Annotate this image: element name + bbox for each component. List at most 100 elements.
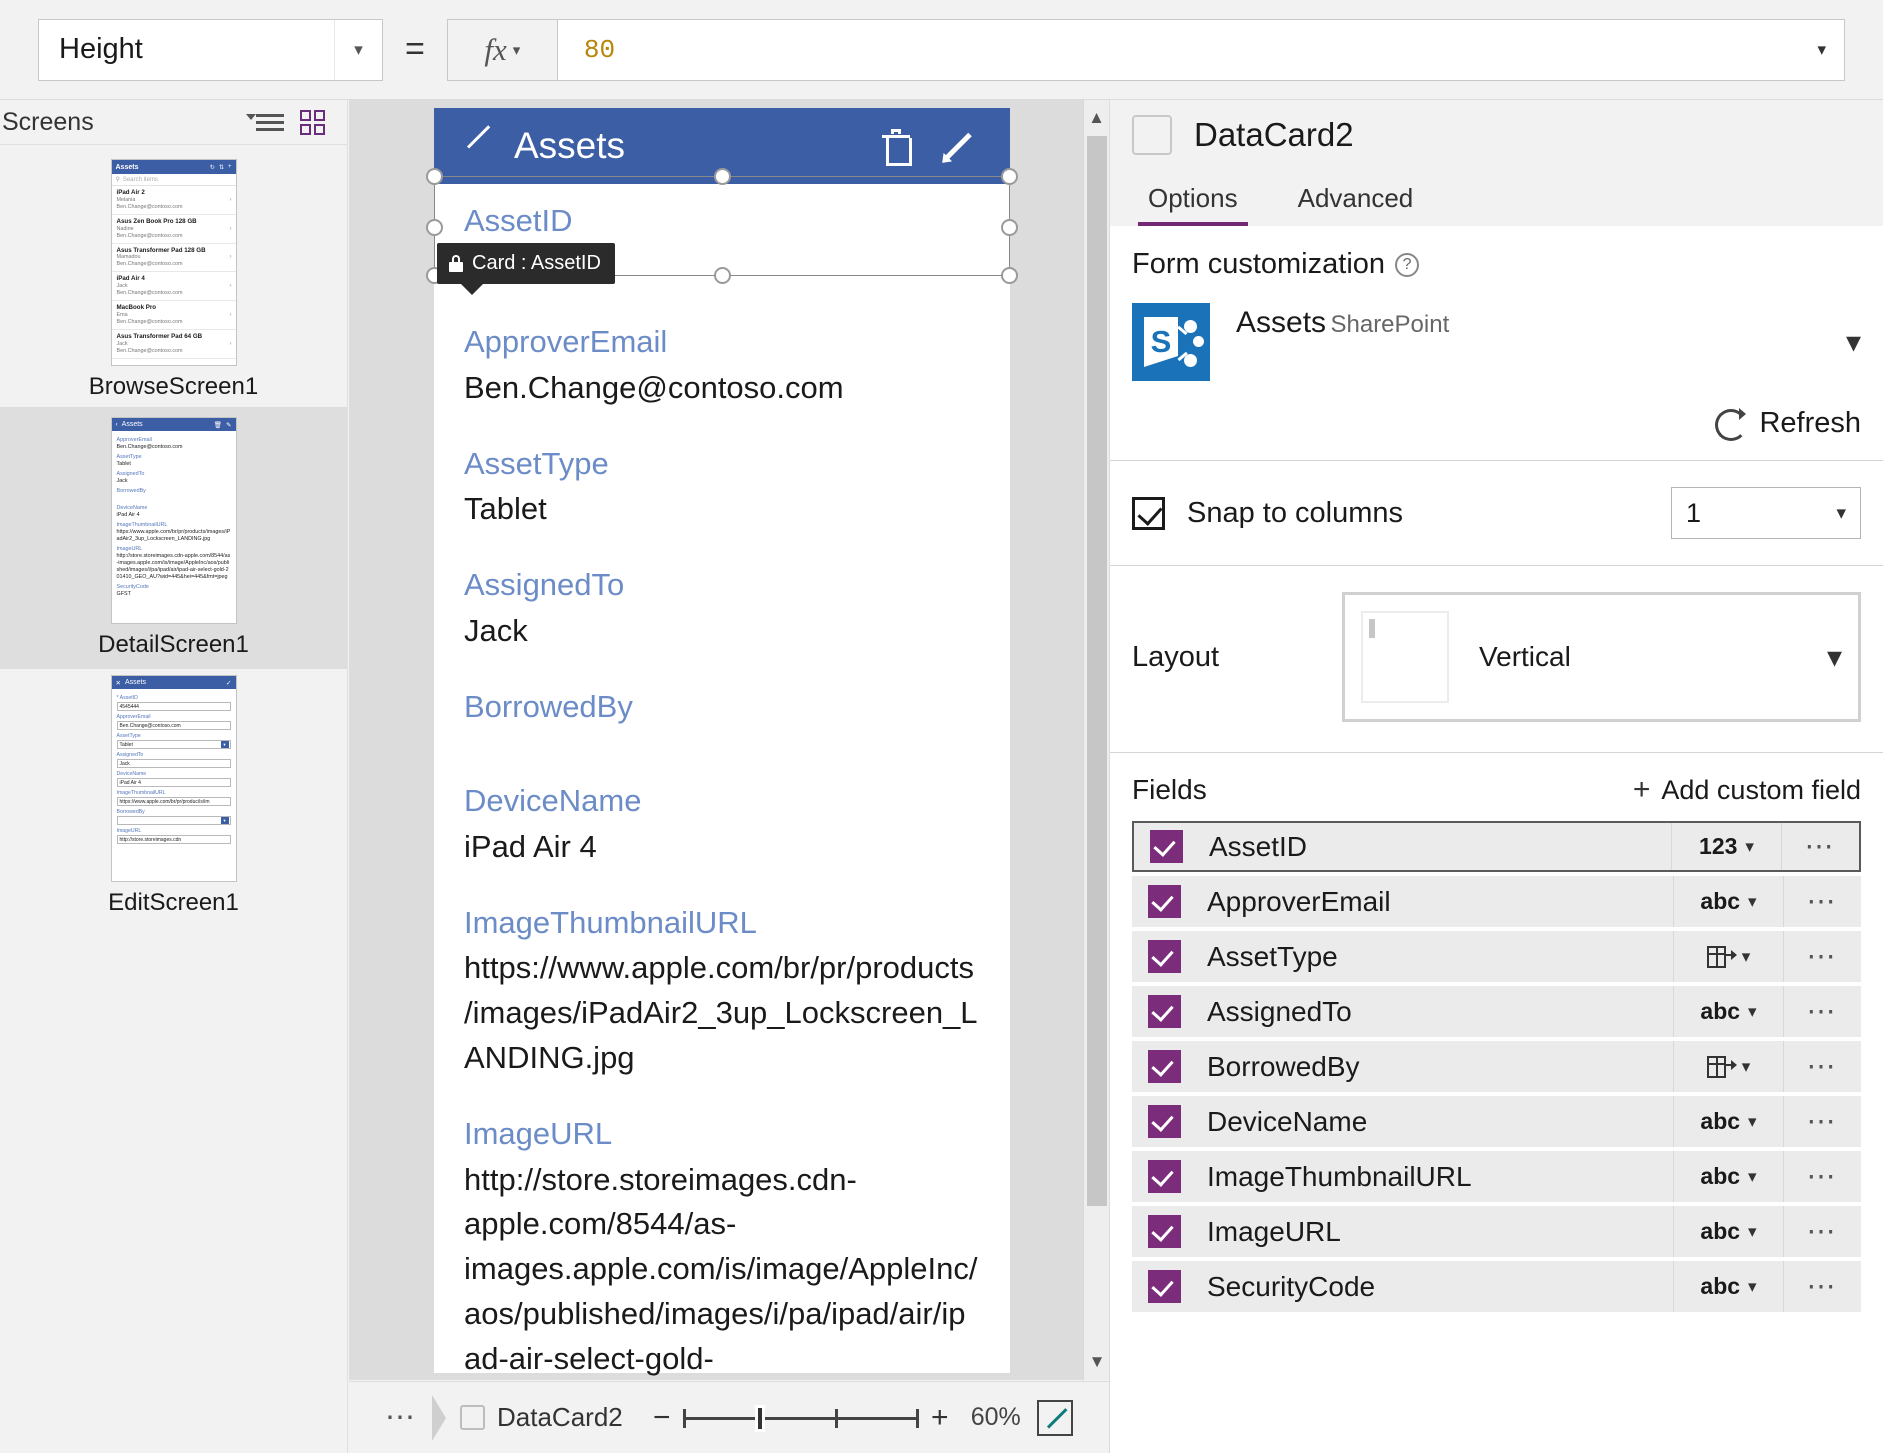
field-checkbox[interactable] bbox=[1148, 1270, 1181, 1303]
field-row-assetid[interactable]: AssetID 123 ▾ ⋯ bbox=[1132, 821, 1861, 872]
datasource-row[interactable]: S Assets SharePoint ▾ bbox=[1132, 291, 1861, 403]
scrollbar-thumb[interactable] bbox=[1087, 136, 1107, 1206]
field-type-select[interactable]: abc ▾ bbox=[1673, 876, 1783, 927]
zoom-slider-knob[interactable] bbox=[754, 1404, 765, 1432]
field-checkbox[interactable] bbox=[1150, 830, 1183, 863]
edit-button[interactable] bbox=[926, 129, 986, 163]
zoom-in-button[interactable]: + bbox=[923, 1401, 957, 1435]
edit-icon: ✎ bbox=[226, 421, 232, 429]
breadcrumb-control-name[interactable]: DataCard2 bbox=[497, 1402, 623, 1433]
breadcrumb-overflow-button[interactable]: ⋯ bbox=[385, 1400, 418, 1435]
field-checkbox[interactable] bbox=[1148, 1105, 1181, 1138]
canvas-scrollbar[interactable]: ▲ ▼ bbox=[1083, 100, 1109, 1380]
mini-item-name: iPad Air 2 bbox=[116, 189, 145, 196]
field-row-imageurl[interactable]: ImageURL abc ▾ ⋯ bbox=[1132, 1206, 1861, 1257]
field-row-imagethumbnailurl[interactable]: ImageThumbnailURL abc ▾ ⋯ bbox=[1132, 1151, 1861, 1202]
zoom-control: − + 60% bbox=[645, 1399, 1073, 1436]
chevron-down-icon[interactable]: ▾ bbox=[1817, 40, 1826, 60]
field-type-select[interactable]: abc ▾ bbox=[1673, 1261, 1783, 1312]
lock-icon bbox=[449, 255, 463, 272]
field-type-select[interactable]: 123 ▾ bbox=[1671, 823, 1781, 870]
mini-field-value: iPad Air 4 bbox=[116, 512, 140, 519]
form-field-imagethumbnailurl[interactable]: ImageThumbnailURL https://www.apple.com/… bbox=[434, 886, 1010, 1097]
mini-item-owner: Jack bbox=[116, 340, 128, 347]
chevron-down-icon[interactable]: ▾ bbox=[1846, 325, 1861, 360]
form-field-approveremail[interactable]: ApproverEmail Ben.Change@contoso.com bbox=[434, 305, 1010, 426]
field-type-select[interactable]: abc ▾ bbox=[1673, 1206, 1783, 1257]
scroll-up-icon[interactable]: ▲ bbox=[1084, 100, 1109, 136]
screen-thumb-detailscreen1[interactable]: ‹ Assets 🗑 ✎ ApproverEmail Ben.Change@co… bbox=[0, 407, 347, 669]
field-type-select[interactable]: abc ▾ bbox=[1673, 1096, 1783, 1147]
field-checkbox[interactable] bbox=[1148, 995, 1181, 1028]
app-canvas[interactable]: Assets AssetID 4545444 ApproverEmail Ben… bbox=[349, 100, 1109, 1421]
form-field-borrowedby[interactable]: BorrowedBy bbox=[434, 670, 1010, 765]
field-label: ApproverEmail bbox=[464, 324, 668, 360]
delete-button[interactable] bbox=[866, 129, 926, 166]
field-type-select[interactable]: ▾ bbox=[1673, 1041, 1783, 1092]
zoom-slider[interactable] bbox=[682, 1403, 919, 1433]
zoom-out-button[interactable]: − bbox=[645, 1401, 679, 1435]
thumbnail-view-button[interactable] bbox=[291, 103, 333, 141]
chevron-down-icon: ▾ bbox=[220, 741, 229, 748]
field-row-assettype[interactable]: AssetType ▾ ⋯ bbox=[1132, 931, 1861, 982]
mini-detail-title: Assets bbox=[121, 421, 143, 428]
field-row-assignedto[interactable]: AssignedTo abc ▾ ⋯ bbox=[1132, 986, 1861, 1037]
add-custom-field-button[interactable]: + Add custom field bbox=[1633, 773, 1861, 807]
field-more-button[interactable]: ⋯ bbox=[1783, 1261, 1861, 1312]
form-field-assettype[interactable]: AssetType Tablet bbox=[434, 427, 1010, 548]
scroll-down-icon[interactable]: ▼ bbox=[1084, 1344, 1110, 1380]
screen-thumb-editscreen1[interactable]: ✕ Assets ✓ * AssetID 4545444 ApproverEma… bbox=[0, 669, 347, 923]
columns-select[interactable]: 1 ▾ bbox=[1671, 487, 1861, 539]
chevron-down-icon: ▾ bbox=[1748, 891, 1757, 911]
field-checkbox[interactable] bbox=[1148, 885, 1181, 918]
formula-value: 80 bbox=[583, 34, 616, 65]
tab-advanced[interactable]: Advanced bbox=[1282, 170, 1430, 226]
form-field-assignedto[interactable]: AssignedTo Jack bbox=[434, 548, 1010, 669]
fx-button[interactable]: fx ▾ bbox=[446, 18, 557, 81]
field-type-select[interactable]: abc ▾ bbox=[1673, 1151, 1783, 1202]
field-type-select[interactable]: abc ▾ bbox=[1673, 986, 1783, 1037]
table-type-icon bbox=[1706, 1055, 1737, 1078]
mini-item-name: Asus Transformer Pad 64 GB bbox=[116, 332, 203, 340]
formula-input[interactable]: 80 ▾ bbox=[556, 18, 1845, 81]
app-title: Assets bbox=[514, 125, 626, 166]
mini-field-label: BorrowedBy bbox=[116, 488, 146, 495]
snap-to-columns-checkbox[interactable] bbox=[1132, 496, 1165, 530]
fit-to-screen-button[interactable] bbox=[1036, 1399, 1073, 1436]
field-checkbox[interactable] bbox=[1148, 940, 1181, 973]
formula-bar: Height ▾ = fx ▾ 80 ▾ bbox=[0, 0, 1883, 100]
mini-field-value: Tablet bbox=[116, 461, 131, 468]
sort-icon: ⇅ bbox=[218, 164, 224, 171]
field-type-value: abc bbox=[1700, 888, 1741, 914]
field-more-button[interactable]: ⋯ bbox=[1783, 986, 1861, 1037]
snap-to-columns-row: Snap to columns 1 ▾ bbox=[1110, 461, 1883, 565]
field-row-approveremail[interactable]: ApproverEmail abc ▾ ⋯ bbox=[1132, 876, 1861, 927]
mini-item-owner: Nadine bbox=[116, 225, 134, 232]
field-more-button[interactable]: ⋯ bbox=[1783, 1206, 1861, 1257]
field-checkbox[interactable] bbox=[1148, 1160, 1181, 1193]
chevron-down-icon: ▾ bbox=[1826, 640, 1842, 674]
field-more-button[interactable]: ⋯ bbox=[1783, 1151, 1861, 1202]
field-checkbox[interactable] bbox=[1148, 1050, 1181, 1083]
field-more-button[interactable]: ⋯ bbox=[1783, 931, 1861, 982]
form-field-devicename[interactable]: DeviceName iPad Air 4 bbox=[434, 764, 1010, 885]
field-more-button[interactable]: ⋯ bbox=[1781, 823, 1859, 870]
field-checkbox[interactable] bbox=[1148, 1215, 1181, 1248]
tree-view-button[interactable] bbox=[246, 103, 291, 141]
screen-thumb-browsescreen1[interactable]: Assets ↻ ⇅ + ⚲ Search items iPad Air 2 M… bbox=[0, 153, 347, 407]
field-row-securitycode[interactable]: SecurityCode abc ▾ ⋯ bbox=[1132, 1261, 1861, 1312]
tab-options[interactable]: Options bbox=[1132, 170, 1254, 226]
screens-panel-title: Screens bbox=[2, 107, 94, 136]
field-more-button[interactable]: ⋯ bbox=[1783, 876, 1861, 927]
refresh-row[interactable]: Refresh bbox=[1132, 403, 1861, 460]
property-select[interactable]: Height ▾ bbox=[38, 18, 383, 81]
help-icon[interactable]: ? bbox=[1395, 252, 1420, 277]
mini-field-label: DeviceName bbox=[116, 505, 148, 512]
field-more-button[interactable]: ⋯ bbox=[1783, 1041, 1861, 1092]
field-more-button[interactable]: ⋯ bbox=[1783, 1096, 1861, 1147]
field-type-select[interactable]: ▾ bbox=[1673, 931, 1783, 982]
back-arrow-icon[interactable] bbox=[458, 124, 502, 168]
field-row-devicename[interactable]: DeviceName abc ▾ ⋯ bbox=[1132, 1096, 1861, 1147]
field-row-borrowedby[interactable]: BorrowedBy ▾ ⋯ bbox=[1132, 1041, 1861, 1092]
layout-select[interactable]: Vertical ▾ bbox=[1342, 592, 1861, 722]
